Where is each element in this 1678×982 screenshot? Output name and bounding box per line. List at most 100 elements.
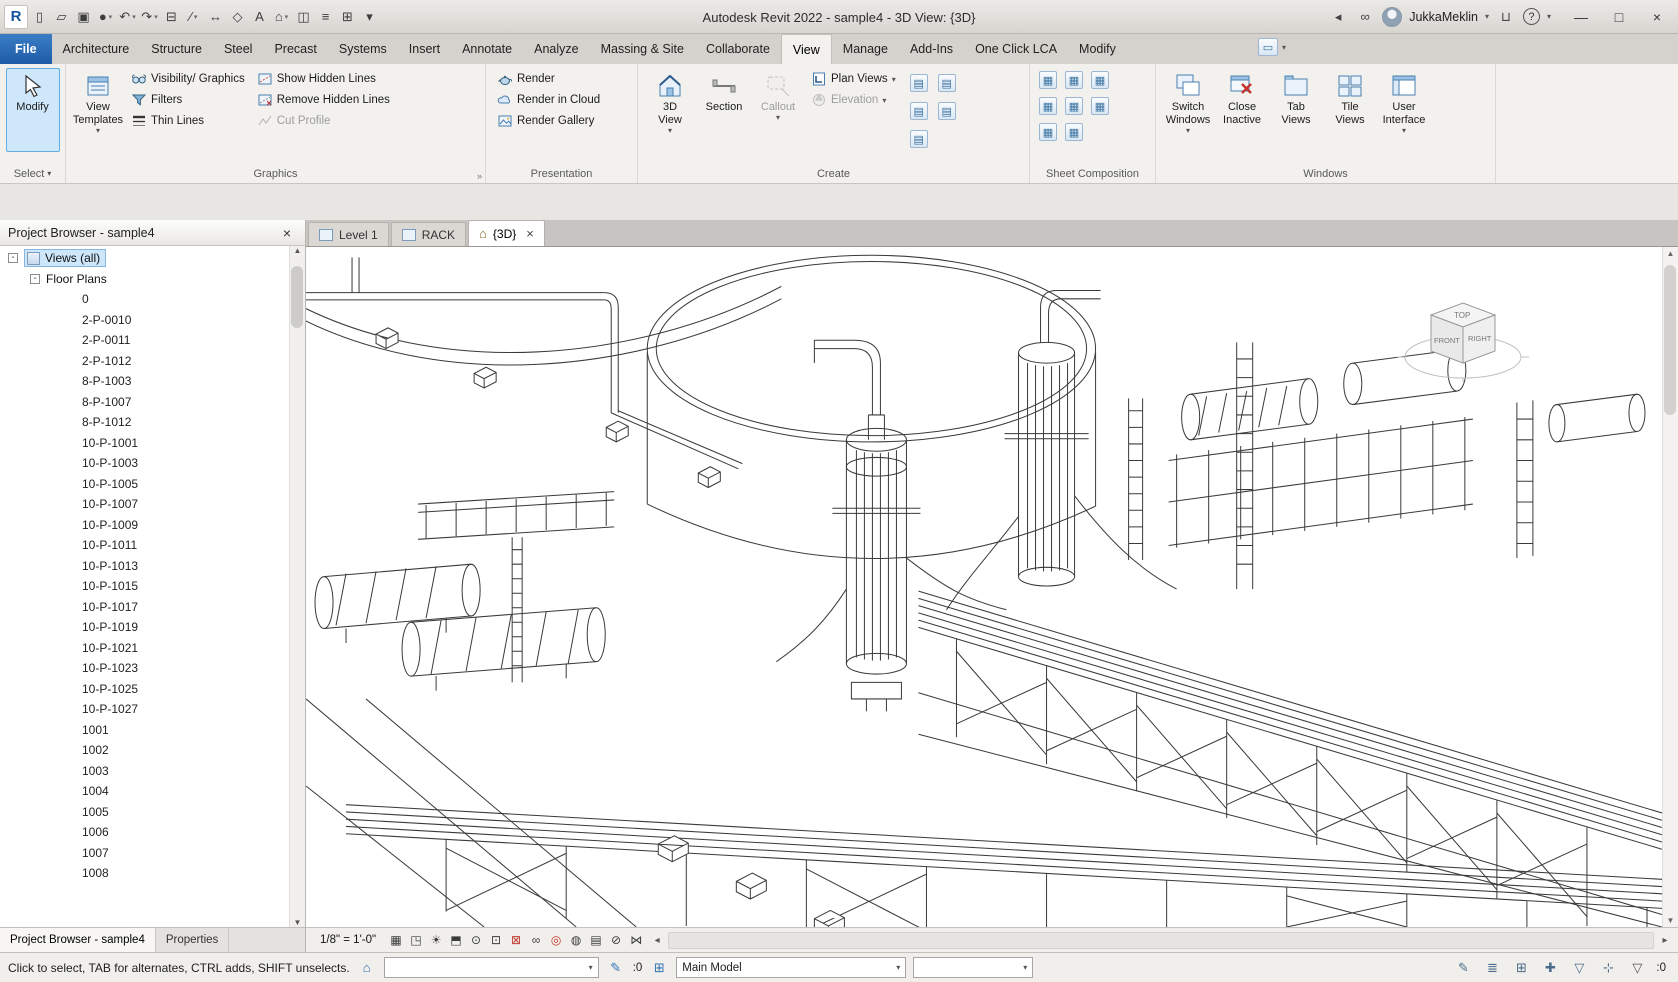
scope-box-icon[interactable]: ▤: [910, 130, 928, 148]
tree-view-item[interactable]: 10-P-1027: [0, 699, 305, 720]
tab-collaborate[interactable]: Collaborate: [695, 34, 781, 64]
drawing-canvas[interactable]: TOP FRONT RIGHT ▲ ▼: [306, 246, 1678, 927]
canvas-horizontal-scrollbar[interactable]: [668, 932, 1654, 949]
maximize-button[interactable]: □: [1600, 0, 1638, 33]
view-tab-3d[interactable]: ⌂ {3D} ×: [468, 220, 545, 246]
section-qat-icon[interactable]: ◫: [293, 5, 314, 29]
save-icon[interactable]: ▣: [73, 5, 94, 29]
tree-view-item[interactable]: 2-P-0011: [0, 330, 305, 351]
viewport-icon[interactable]: ▦: [1039, 123, 1057, 141]
tree-view-item[interactable]: 10-P-1019: [0, 617, 305, 638]
select-underlay-icon[interactable]: ▽: [1569, 958, 1589, 978]
user-avatar-icon[interactable]: [1382, 7, 1402, 27]
select-pinned-icon[interactable]: ✚: [1540, 958, 1560, 978]
view-reference-icon[interactable]: ▦: [1091, 97, 1109, 115]
panel-tab-properties[interactable]: Properties: [156, 928, 229, 952]
elevation-button[interactable]: Elevation ▾: [807, 90, 900, 110]
print-icon[interactable]: ⊟: [161, 5, 182, 29]
redo-icon[interactable]: ↷: [139, 5, 160, 29]
worksets-status-icon[interactable]: ≣: [1482, 958, 1502, 978]
panel-tab-project-browser[interactable]: Project Browser - sample4: [0, 928, 156, 952]
browser-scrollbar[interactable]: ▲ ▼: [289, 246, 305, 927]
tile-views-button[interactable]: Tile Views: [1323, 68, 1377, 152]
close-inactive-button[interactable]: Close Inactive: [1215, 68, 1269, 152]
drag-on-selection-icon[interactable]: ⊹: [1598, 958, 1618, 978]
scroll-right-icon[interactable]: ▸: [1656, 930, 1674, 950]
insert-views-icon[interactable]: ▦: [1065, 123, 1083, 141]
tree-view-item[interactable]: 1008: [0, 863, 305, 884]
tree-view-item[interactable]: 10-P-1023: [0, 658, 305, 679]
project-browser-header[interactable]: Project Browser - sample4 ×: [0, 220, 305, 246]
tree-view-item[interactable]: 8-P-1003: [0, 371, 305, 392]
panel-label-select[interactable]: Select▾: [0, 164, 65, 183]
tab-annotate[interactable]: Annotate: [451, 34, 523, 64]
tree-view-item[interactable]: 1006: [0, 822, 305, 843]
undo-icon[interactable]: ↶: [117, 5, 138, 29]
remove-hidden-lines-button[interactable]: Remove Hidden Lines: [253, 90, 394, 110]
help-menu-caret-icon[interactable]: ▾: [1547, 12, 1551, 21]
tree-view-item[interactable]: 10-P-1013: [0, 556, 305, 577]
ribbon-display-toggle[interactable]: ▭▾: [1248, 38, 1286, 56]
scroll-up-icon[interactable]: ▲: [294, 246, 302, 255]
viewcube-front-label[interactable]: FRONT: [1434, 336, 1460, 345]
title-block-icon[interactable]: ▦: [1065, 71, 1083, 89]
close-view-icon[interactable]: ×: [526, 226, 534, 241]
worksets-dialog-icon[interactable]: ⌂: [357, 958, 377, 978]
new-sheet-icon[interactable]: ▦: [1039, 71, 1057, 89]
duplicate-view-icon[interactable]: ▤: [938, 74, 956, 92]
scroll-left-icon[interactable]: ◂: [648, 930, 666, 950]
schedules-icon[interactable]: ▤: [938, 102, 956, 120]
select-links-icon[interactable]: ⊞: [1511, 958, 1531, 978]
tree-view-item[interactable]: 2-P-1012: [0, 351, 305, 372]
sun-path-icon[interactable]: ☀: [426, 930, 446, 950]
tab-views-button[interactable]: Tab Views: [1269, 68, 1323, 152]
customize-qat-icon[interactable]: ▾: [359, 5, 380, 29]
tab-systems[interactable]: Systems: [328, 34, 398, 64]
tree-view-item[interactable]: 10-P-1017: [0, 597, 305, 618]
hide-analytical-model-icon[interactable]: ⊘: [606, 930, 626, 950]
tab-view[interactable]: View: [781, 34, 832, 64]
3d-view-button[interactable]: 3D View ▾: [643, 68, 697, 152]
tree-floor-plans[interactable]: Floor Plans: [0, 269, 305, 290]
view-tab-rack[interactable]: ⌂ RACK ×: [391, 222, 466, 246]
search-collapse-icon[interactable]: ◂: [1328, 6, 1348, 28]
close-button[interactable]: ×: [1638, 0, 1676, 33]
modify-button[interactable]: Modify: [6, 68, 60, 152]
tree-view-item[interactable]: 1001: [0, 720, 305, 741]
rendering-dialog-icon[interactable]: ⊙: [466, 930, 486, 950]
tree-view-item[interactable]: 10-P-1001: [0, 433, 305, 454]
drafting-view-icon[interactable]: ▤: [910, 74, 928, 92]
tree-view-item[interactable]: 8-P-1007: [0, 392, 305, 413]
tab-insert[interactable]: Insert: [398, 34, 451, 64]
tree-view-item[interactable]: 1003: [0, 761, 305, 782]
tab-structure[interactable]: Structure: [140, 34, 213, 64]
sync-icon[interactable]: ●: [95, 5, 116, 29]
tag-icon[interactable]: ◇: [227, 5, 248, 29]
tree-view-item[interactable]: 10-P-1021: [0, 638, 305, 659]
temporary-hide-isolate-icon[interactable]: ∞: [526, 930, 546, 950]
tree-view-item[interactable]: 10-P-1011: [0, 535, 305, 556]
tree-view-item[interactable]: 10-P-1007: [0, 494, 305, 515]
tree-view-item[interactable]: 10-P-1003: [0, 453, 305, 474]
visual-style-icon[interactable]: ◳: [406, 930, 426, 950]
collapse-icon[interactable]: [8, 253, 18, 263]
tree-view-item[interactable]: 0: [0, 289, 305, 310]
tab-analyze[interactable]: Analyze: [523, 34, 589, 64]
plan-views-button[interactable]: Plan Views ▾: [807, 69, 900, 89]
design-options-icon[interactable]: ⊞: [649, 958, 669, 978]
tree-view-item[interactable]: 1004: [0, 781, 305, 802]
filters-button[interactable]: Filters: [127, 90, 249, 110]
secondary-combo[interactable]: ▾: [913, 957, 1033, 978]
tab-manage[interactable]: Manage: [832, 34, 899, 64]
tab-modify[interactable]: Modify: [1068, 34, 1127, 64]
app-store-icon[interactable]: ⊔: [1496, 6, 1516, 28]
view-tab-level-1[interactable]: ⌂ Level 1 ×: [308, 222, 389, 246]
tree-view-item[interactable]: 1005: [0, 802, 305, 823]
tab-precast[interactable]: Precast: [263, 34, 327, 64]
tab-file[interactable]: File: [0, 34, 52, 64]
close-icon[interactable]: ×: [277, 225, 297, 241]
render-gallery-button[interactable]: Render Gallery: [493, 111, 604, 131]
active-workset-combo[interactable]: ▾: [384, 957, 599, 978]
design-option-combo[interactable]: Main Model▾: [676, 957, 906, 978]
switch-windows-button[interactable]: Switch Windows ▾: [1161, 68, 1215, 152]
